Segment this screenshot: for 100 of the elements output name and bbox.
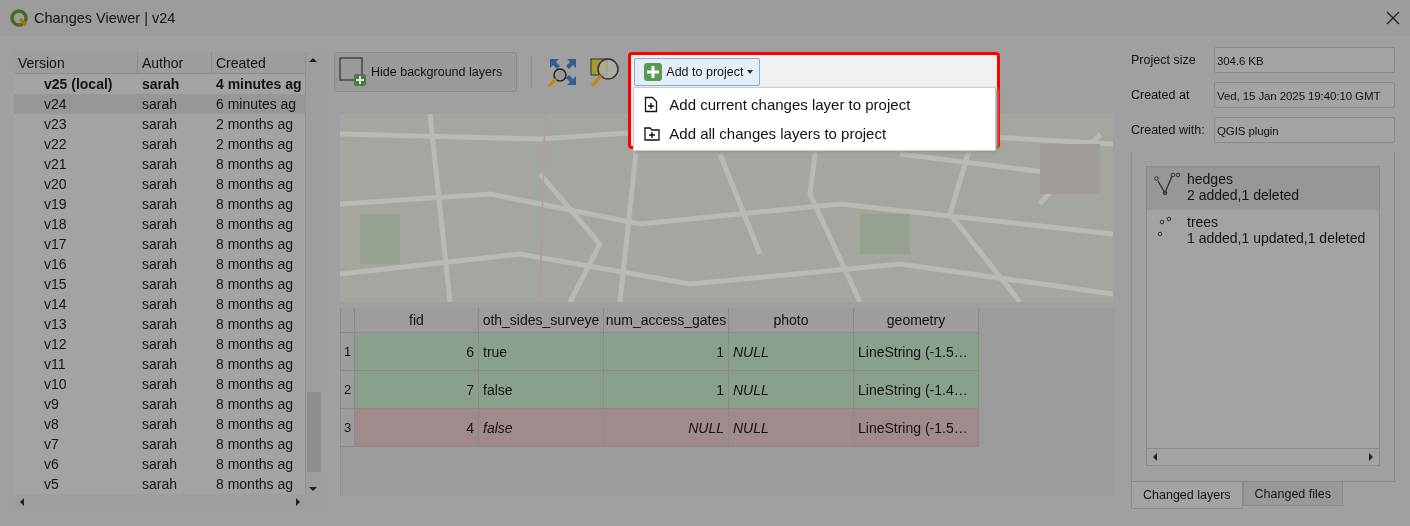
table-cell-text: 8 months ag	[215, 435, 295, 454]
table-cell-text: sarah	[141, 115, 179, 134]
table-cell-text: sarah	[141, 315, 179, 334]
table-cell-text: v15	[43, 275, 68, 294]
table-cell: LineString (-1.5…	[854, 409, 979, 447]
version-row[interactable]: v14 sarah 8 months ag	[14, 294, 306, 314]
table-cell-text: 8 months ag	[215, 415, 295, 434]
table-cell-text: 8 months ag	[215, 295, 295, 314]
add-to-project-dropdown[interactable]: Add to project	[634, 58, 761, 86]
table-cell: NULL	[604, 409, 729, 447]
version-row[interactable]: v25 (local) sarah 4 minutes ag	[14, 74, 306, 94]
table-cell-text: 8 months ag	[215, 375, 295, 394]
table-cell-text: sarah	[141, 95, 179, 114]
version-row[interactable]: v16 sarah 8 months ag	[14, 254, 306, 274]
column-header[interactable]: photo	[729, 308, 854, 333]
row-header[interactable]: 1	[341, 333, 355, 371]
column-header[interactable]: num_access_gates	[604, 308, 729, 333]
table-cell-text: sarah	[141, 275, 179, 294]
field-label: Project size	[1130, 53, 1197, 67]
version-row[interactable]: v8 sarah 8 months ag	[14, 414, 306, 434]
version-row[interactable]: v9 sarah 8 months ag	[14, 394, 306, 414]
row-header[interactable]: 3	[341, 409, 355, 447]
version-row[interactable]: v21 sarah 8 months ag	[14, 154, 306, 174]
version-row[interactable]: v22 sarah 2 months ag	[14, 134, 306, 154]
hide-background-button[interactable]: Hide background layers	[334, 52, 518, 92]
table-cell-text: sarah	[141, 255, 179, 274]
column-header[interactable]: oth_sides_surveye	[479, 308, 604, 333]
table-cell-text: v20	[43, 175, 68, 194]
table-cell-text: sarah	[141, 215, 179, 234]
table-cell: 1	[604, 371, 729, 409]
field-label: Created at	[1130, 88, 1191, 102]
value-field[interactable]: QGIS plugin	[1214, 117, 1395, 143]
version-row[interactable]: v13 sarah 8 months ag	[14, 314, 306, 334]
table-cell-text: v21	[43, 155, 68, 174]
table-cell-text: sarah	[141, 155, 179, 174]
column-header[interactable]: Author	[138, 52, 212, 74]
table-cell-text: v22	[43, 135, 68, 154]
layer-summary: 1 added,1 updated,1 deleted	[1187, 230, 1366, 246]
value-field[interactable]: Ved, 15 Jan 2025 19:40:10 GMT	[1214, 82, 1395, 108]
version-row[interactable]: v15 sarah 8 months ag	[14, 274, 306, 294]
window-title: Changes Viewer | v24	[34, 10, 177, 26]
table-cell-text: sarah	[141, 75, 181, 94]
column-header[interactable]: geometry	[854, 308, 979, 333]
version-row[interactable]: v19 sarah 8 months ag	[14, 194, 306, 214]
layer-add-icon	[339, 57, 367, 87]
table-cell-text: v17	[43, 235, 68, 254]
column-header[interactable]: fid	[355, 308, 479, 333]
table-cell: 4	[355, 409, 479, 447]
version-row[interactable]: v20 sarah 8 months ag	[14, 174, 306, 194]
version-row[interactable]: v18 sarah 8 months ag	[14, 214, 306, 234]
logo-icon	[10, 9, 28, 27]
table-cell: 6	[355, 333, 479, 371]
layer-item[interactable]: trees 1 added,1 updated,1 deleted	[1147, 210, 1379, 253]
tab[interactable]: Changed files	[1242, 482, 1343, 506]
table-cell-text: sarah	[141, 355, 179, 374]
table-cell-text: 8 months ag	[215, 315, 295, 334]
table-cell-text: 2 months ag	[215, 135, 295, 154]
table-cell-text: 8 months ag	[215, 255, 295, 274]
table-cell-text: sarah	[141, 335, 179, 354]
version-row[interactable]: v11 sarah 8 months ag	[14, 354, 306, 374]
version-row[interactable]: v17 sarah 8 months ag	[14, 234, 306, 254]
table-cell-text: 8 months ag	[215, 395, 295, 414]
menu-item[interactable]: Add all changes layers to project	[634, 119, 996, 148]
layer-item[interactable]: hedges 2 added,1 deleted	[1147, 167, 1379, 210]
version-row[interactable]: v7 sarah 8 months ag	[14, 434, 306, 454]
table-cell-text: sarah	[141, 135, 179, 154]
table-cell-text: sarah	[141, 375, 179, 394]
column-header[interactable]: Version	[14, 52, 138, 74]
version-row[interactable]: v10 sarah 8 months ag	[14, 374, 306, 394]
version-row[interactable]: v5 sarah 8 months ag	[14, 474, 306, 494]
menu-item-label: Add current changes layer to project	[669, 96, 911, 113]
close-icon[interactable]	[1386, 11, 1400, 25]
version-row[interactable]: v24 sarah 6 minutes ag	[14, 94, 306, 114]
table-cell-text: sarah	[141, 455, 179, 474]
table-cell-text: v11	[43, 355, 67, 374]
table-cell-text: sarah	[141, 235, 179, 254]
layer-name: hedges	[1187, 171, 1234, 187]
table-cell: NULL	[729, 371, 854, 409]
version-row[interactable]: v6 sarah 8 months ag	[14, 454, 306, 474]
table-cell-text: v24	[43, 95, 68, 114]
version-row[interactable]: v23 sarah 2 months ag	[14, 114, 306, 134]
menu-item[interactable]: Add current changes layer to project	[634, 90, 996, 119]
version-row[interactable]: v12 sarah 8 months ag	[14, 334, 306, 354]
table-cell-text: sarah	[141, 435, 179, 454]
table-cell: LineString (-1.4…	[854, 371, 979, 409]
tab[interactable]: Changed layers	[1131, 482, 1243, 509]
table-cell-text: v9	[43, 395, 60, 414]
table-cell-text: 8 months ag	[215, 215, 295, 234]
column-header[interactable]: Created	[212, 52, 306, 74]
table-cell-text: v8	[43, 415, 60, 434]
folder-plus-icon	[644, 125, 661, 142]
table-cell-text: 8 months ag	[215, 195, 295, 214]
table-cell-text: v12	[43, 335, 68, 354]
table-cell-text: 2 months ag	[215, 115, 295, 134]
table-cell-text: v14	[43, 295, 68, 314]
table-cell-text: 8 months ag	[215, 275, 295, 294]
row-header[interactable]: 2	[341, 371, 355, 409]
plus-icon	[644, 63, 663, 81]
value-field[interactable]: 304.6 KB	[1214, 47, 1395, 73]
layer-name: trees	[1187, 214, 1220, 230]
